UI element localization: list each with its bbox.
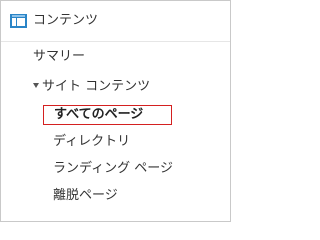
content-nav-panel: コンテンツ サマリー サイト コンテンツ すべてのページ ディレクトリ ランディ… (0, 0, 231, 222)
content-report-icon (10, 14, 27, 28)
nav-item-directory[interactable]: ディレクトリ (53, 134, 130, 150)
section-header-content[interactable]: コンテンツ (1, 1, 230, 41)
nav-item-all-pages-label: すべてのページ (54, 107, 144, 122)
nav-item-site-content-label: サイト コンテンツ (42, 79, 151, 94)
nav-item-summary[interactable]: サマリー (33, 49, 85, 65)
divider (1, 41, 230, 42)
nav-item-exit-pages[interactable]: 離脱ページ (53, 188, 118, 204)
nav-item-site-content[interactable]: サイト コンテンツ (33, 79, 150, 95)
nav-item-landing-pages[interactable]: ランディング ページ (53, 161, 173, 177)
caret-down-icon (33, 82, 39, 88)
nav-item-all-pages[interactable]: すべてのページ (43, 105, 172, 125)
section-title: コンテンツ (33, 13, 99, 28)
